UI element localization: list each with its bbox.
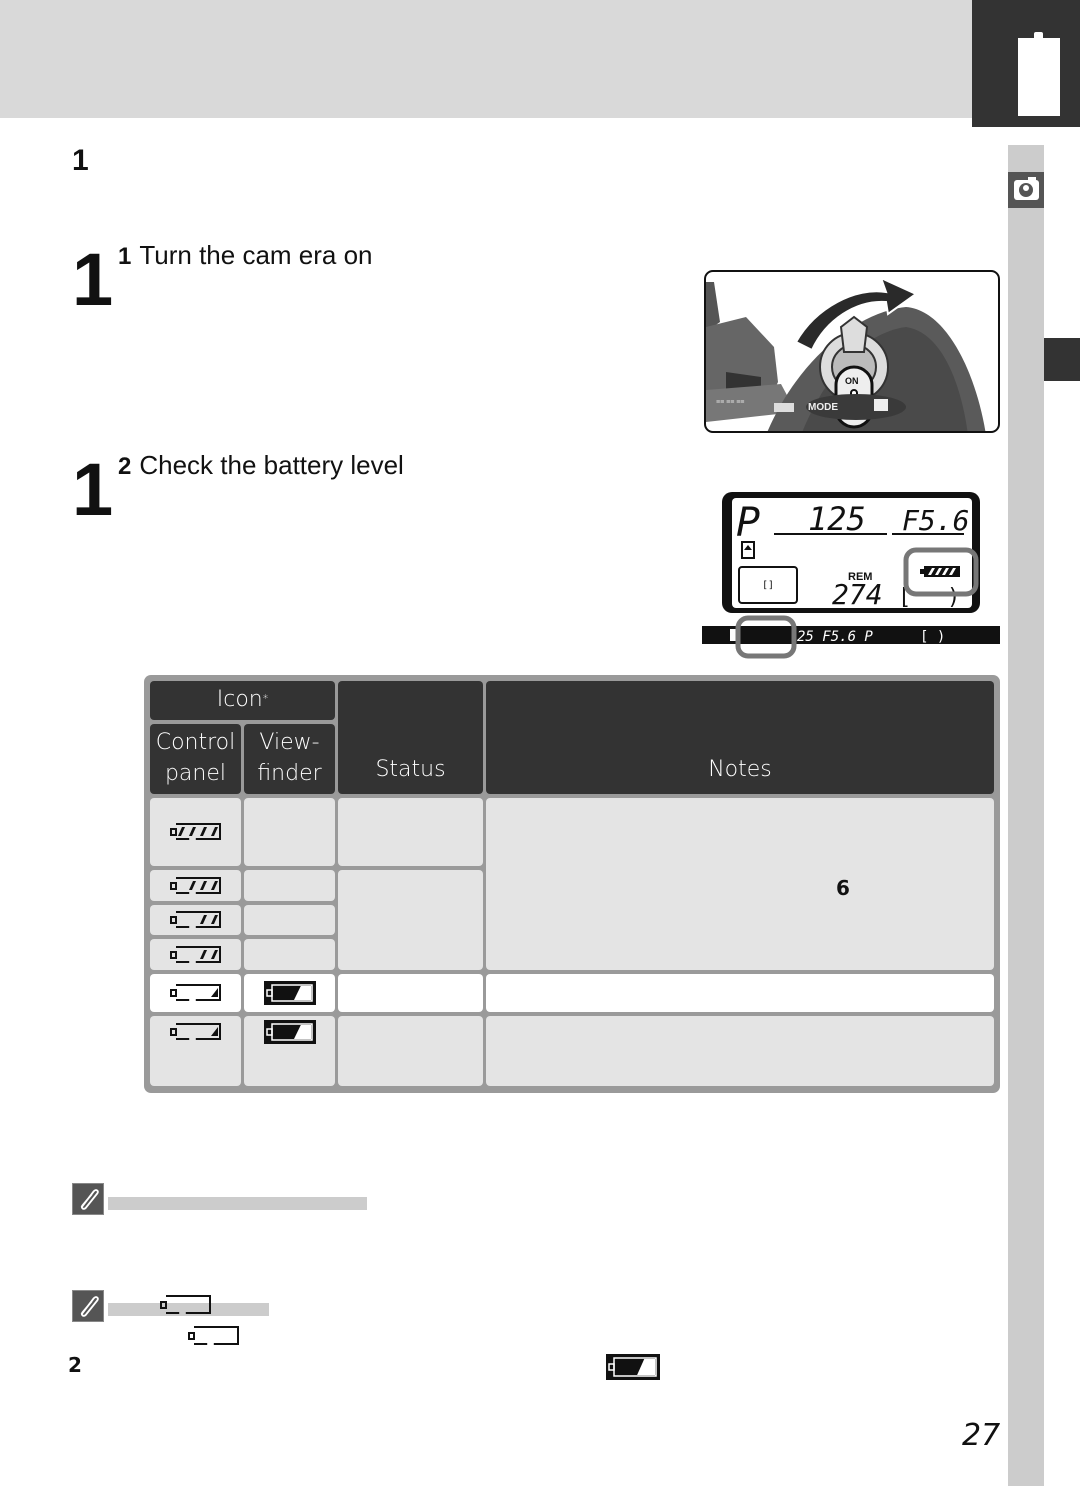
cell-status [338,974,483,1012]
note-heading-bar [108,1197,367,1210]
cell-status [338,870,483,970]
battery-low-viewfinder-blinking-icon [263,1020,316,1044]
cell-notes [486,1016,994,1086]
cell-control-panel-icon [150,974,241,1012]
step-sub-number: 2 [118,453,132,480]
paperclip-icon [72,1183,104,1215]
page-number: 27 [962,1418,1001,1453]
step-title: Check the battery level [139,450,404,480]
battery-empty-icon [188,1326,239,1345]
section-heading-bar [70,166,510,185]
step-heading: 1 Turn the cam era on [118,242,373,269]
cell-notes [486,974,994,1012]
footnote-marker: 2 [68,1353,82,1377]
battery-empty-icon [160,1295,211,1314]
step-title: Turn the cam era on [139,240,373,270]
cell-viewfinder-icon [244,1016,335,1086]
cell-status [338,1016,483,1086]
header-label: Control [155,730,236,756]
control-panel-illustration: P 125 F5.6 [] REM 274 [ ) 25 F5.6 P [ ) [702,490,1000,660]
battery-low-viewfinder-icon [606,1354,660,1380]
cell-viewfinder-icon [244,974,335,1012]
paperclip-icon [72,1290,104,1322]
lcd-aperture: F5.6 [902,504,969,537]
page-reference: 6 [836,876,850,900]
header-label: View- [259,730,320,756]
cell-control-panel-icon [150,905,241,935]
section-number: 1 [72,144,89,177]
cell-viewfinder-icon [244,798,335,866]
battery-3-bars-icon [169,876,221,894]
header-icon: Icon * [150,681,335,720]
cell-control-panel-icon [150,1016,241,1086]
chapter-tab [972,0,1080,127]
cell-notes: 6 [486,798,994,970]
section-marker [1044,338,1080,381]
svg-text:): ) [947,585,960,610]
svg-text:≡≡ ≡≡ ≡≡: ≡≡ ≡≡ ≡≡ [716,399,744,406]
step-number: 1 [72,238,113,321]
svg-text:[]: [] [762,580,774,591]
cell-viewfinder-icon [244,905,335,935]
cell-control-panel-icon [150,939,241,970]
battery-low-blinking-icon [169,1023,221,1040]
step-heading: 2 Check the battery level [118,452,404,479]
footnote-marker: * [262,691,269,705]
cell-viewfinder-icon [244,939,335,970]
cell-control-panel-icon [150,870,241,901]
battery-level-table: Icon * Control panel View- finder Status … [144,675,1000,1093]
battery-2-bars-icon [169,911,221,928]
side-rail [1008,145,1044,1486]
battery-low-viewfinder-icon [263,981,316,1005]
header-status: Status [338,681,483,794]
lcd-battery-icon [920,566,960,577]
header-band [0,0,972,118]
battery-1-bar-icon [169,945,221,963]
header-notes: Notes [486,681,994,794]
cell-status [338,798,483,866]
lcd-frames: 274 [832,578,883,611]
viewfinder-readout: 25 F5.6 P [797,629,873,645]
cell-viewfinder-icon [244,870,335,901]
step-number: 1 [72,448,113,531]
step-sub-number: 1 [118,243,132,270]
header-viewfinder: View- finder [244,724,335,794]
camera-person-icon [1008,172,1044,208]
cell-control-panel-icon [150,798,241,866]
lcd-mode: P [736,500,760,546]
header-label: panel [164,761,227,786]
svg-text:MODE: MODE [808,402,838,413]
header-icon-label: Icon [216,687,263,713]
battery-low-icon [169,984,221,1001]
header-label: finder [257,761,322,786]
svg-text:ON: ON [845,376,859,386]
header-control-panel: Control panel [150,724,241,794]
battery-full-4-bars-icon [169,823,221,840]
power-switch-illustration: ON MODE ≡≡ ≡≡ ≡≡ [704,270,1000,433]
battery-chapter-icon [1018,32,1060,116]
svg-text:[ ): [ ) [920,629,945,645]
lcd-shutter: 125 [808,500,866,538]
